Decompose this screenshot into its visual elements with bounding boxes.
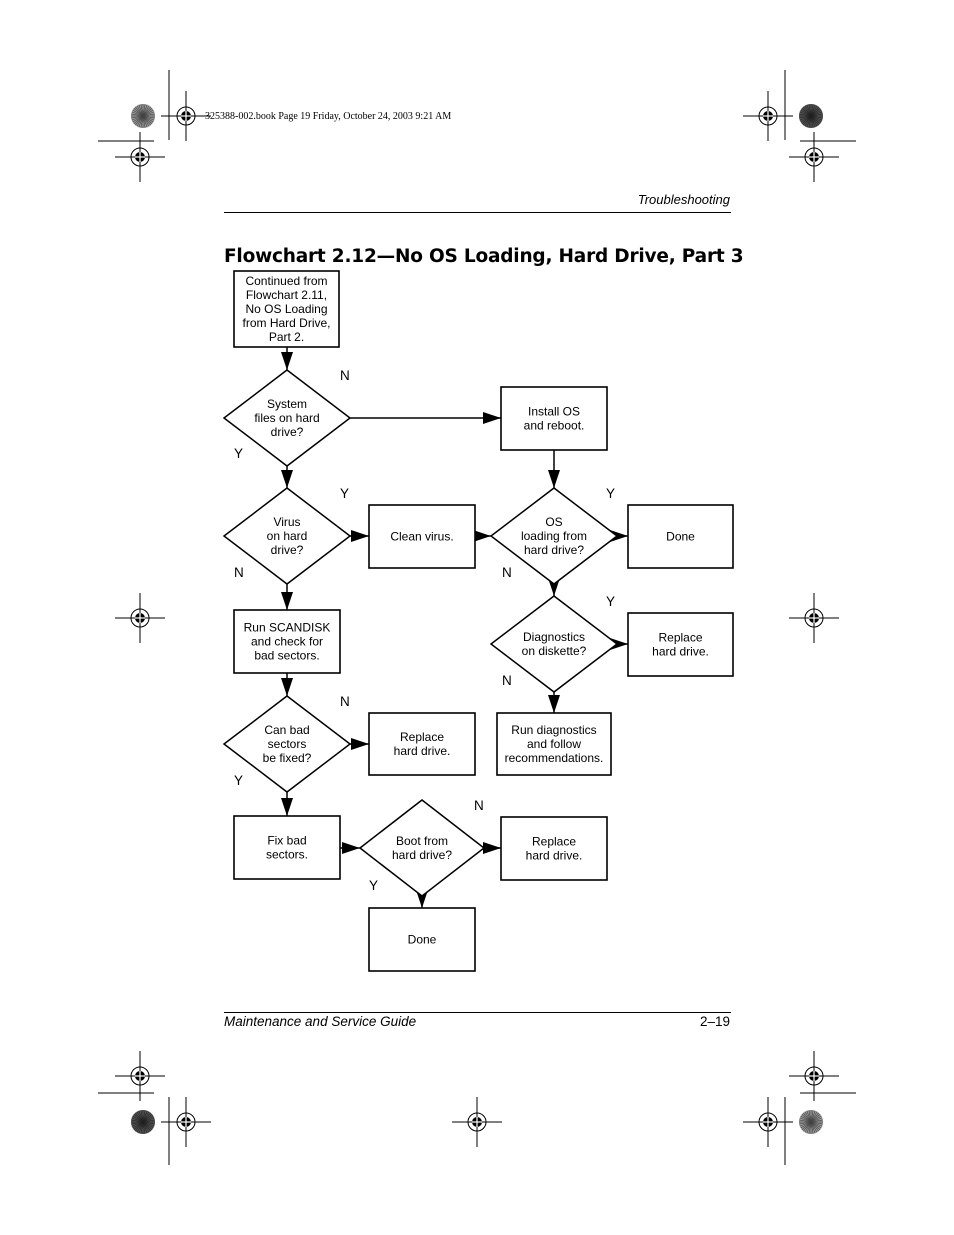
node-label-line: bad sectors. <box>254 649 319 663</box>
node-label-line: hard drive? <box>524 543 584 557</box>
registration-target-icon <box>115 593 165 643</box>
node-label-line: Fix bad <box>267 834 306 848</box>
edge-label: N <box>340 694 350 709</box>
node-label-line: loading from <box>521 529 587 543</box>
edge-label: Y <box>606 486 615 501</box>
node-label-line: Replace <box>532 835 576 849</box>
node-label-line: Replace <box>400 730 444 744</box>
node-label-line: on diskette? <box>522 644 587 658</box>
node-label-line: Done <box>666 530 695 544</box>
flowchart-node-scandisk: Run SCANDISKand check forbad sectors. <box>233 609 341 674</box>
node-label-line: on hard <box>267 529 308 543</box>
flowchart-node-installos: Install OSand reboot. <box>500 386 608 451</box>
node-label-line: Run diagnostics <box>511 723 596 737</box>
flowchart-edge <box>281 347 293 370</box>
arrowhead-icon <box>281 352 293 370</box>
node-label-line: sectors. <box>266 848 308 862</box>
edge-label: Y <box>234 446 243 461</box>
node-label-line: System <box>267 397 307 411</box>
registration-starburst-icon <box>131 1110 155 1134</box>
node-label-line: drive? <box>271 425 304 439</box>
edge-label: Y <box>606 594 615 609</box>
node-label-line: and reboot. <box>524 419 585 433</box>
flowchart-node-replace3: Replacehard drive. <box>500 816 608 881</box>
arrowhead-icon <box>483 412 501 424</box>
edge-label: Y <box>234 773 243 788</box>
flowchart-node-done2: Done <box>368 907 476 972</box>
node-label-line: Boot from <box>396 834 448 848</box>
node-label-line: from Hard Drive, <box>242 316 330 330</box>
registration-starburst-icon <box>131 104 155 128</box>
edge-label: N <box>340 368 350 383</box>
edge-label: Y <box>340 486 349 501</box>
node-label-line: Flowchart 2.11, <box>246 288 327 302</box>
node-label-line: Clean virus. <box>390 530 453 544</box>
flowchart: N Y Y N Y N Y N N Y N Y Continued fromFlowchart 2.1… <box>98 70 856 1165</box>
node-label-line: Part 2. <box>269 330 304 344</box>
flowchart-node-replace2: Replacehard drive. <box>368 712 476 776</box>
flowchart-edge <box>548 450 560 488</box>
arrowhead-icon <box>281 470 293 488</box>
registration-starburst-icon <box>799 104 823 128</box>
node-label-line: Virus <box>273 515 300 529</box>
flowchart-edge: N <box>340 368 501 424</box>
node-label-line: files on hard <box>254 411 319 425</box>
node-label-line: OS <box>545 515 562 529</box>
node-label-line: be fixed? <box>263 751 312 765</box>
flowchart-node-fixbad: Fix badsectors. <box>233 815 341 880</box>
node-label-line: recommendations. <box>505 751 604 765</box>
node-label-line: hard drive. <box>652 645 709 659</box>
arrowhead-icon <box>483 842 501 854</box>
edge-label: N <box>234 565 244 580</box>
arrowhead-icon <box>281 678 293 696</box>
flowchart-node-cleanvirus: Clean virus. <box>368 504 476 569</box>
edge-label: Y <box>369 878 378 893</box>
arrowhead-icon <box>351 530 369 542</box>
edge-label: N <box>474 798 484 813</box>
flowchart-edge <box>340 842 360 854</box>
node-label-line: hard drive. <box>526 849 583 863</box>
registration-target-icon <box>789 593 839 643</box>
flowchart-node-replace1: Replacehard drive. <box>627 612 734 677</box>
node-label-line: and check for <box>251 635 323 649</box>
node-label-line: Continued from <box>245 274 327 288</box>
node-label-line: Replace <box>658 631 702 645</box>
node-label-line: sectors <box>268 737 307 751</box>
node-label-line: Diagnostics <box>523 630 585 644</box>
arrowhead-icon <box>548 695 560 713</box>
edge-label: N <box>502 673 512 688</box>
arrowhead-icon <box>281 798 293 816</box>
registration-target-icon <box>115 132 165 182</box>
flowchart-node-start: Continued fromFlowchart 2.11,No OS Loadi… <box>233 270 340 348</box>
flowchart-node-done1: Done <box>627 504 734 569</box>
flowchart-edge <box>281 673 293 696</box>
registration-marks <box>98 70 856 1165</box>
flowchart-node-rundiag: Run diagnosticsand followrecommendations… <box>496 712 612 776</box>
node-label-line: drive? <box>271 543 304 557</box>
edge-label: N <box>502 565 512 580</box>
arrowhead-icon <box>548 470 560 488</box>
flowchart-nodes: Continued fromFlowchart 2.11,No OS Loadi… <box>222 270 734 972</box>
node-label-line: and follow <box>527 737 581 751</box>
node-label-line: hard drive? <box>392 848 452 862</box>
node-label-line: No OS Loading <box>245 302 327 316</box>
node-label-line: Done <box>408 933 437 947</box>
registration-target-icon <box>789 132 839 182</box>
node-label-line: hard drive. <box>394 744 451 758</box>
node-label-line: Install OS <box>528 405 580 419</box>
arrowhead-icon <box>351 738 369 750</box>
node-label-line: Run SCANDISK <box>244 621 331 635</box>
arrowhead-icon <box>281 592 293 610</box>
flowchart-node-bootfrom: Boot fromhard drive? <box>358 799 486 897</box>
node-label-line: Can bad <box>264 723 309 737</box>
registration-starburst-icon <box>799 1110 823 1134</box>
arrowhead-icon <box>342 842 360 854</box>
registration-target-icon <box>452 1097 502 1147</box>
